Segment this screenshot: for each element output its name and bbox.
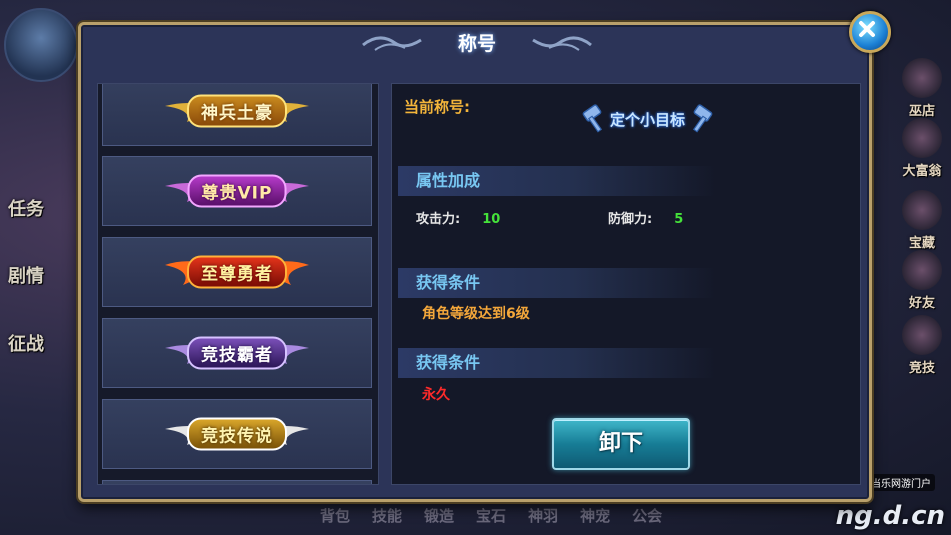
current-title-name: 定个小目标 — [610, 110, 686, 129]
title-badge: 神兵土豪 — [187, 94, 287, 128]
title-list-item[interactable] — [102, 480, 372, 484]
title-list-item[interactable]: 竞技传说 — [102, 399, 372, 469]
attack-stat: 攻击力: 10 — [416, 208, 500, 227]
title-ornament-right-icon — [532, 36, 592, 51]
bottom-menu-forge[interactable]: 锻造 — [424, 505, 454, 526]
title-badge: 竞技霸者 — [187, 336, 287, 370]
duration-text: 永久 — [422, 387, 450, 403]
bottom-menu-gems[interactable]: 宝石 — [476, 505, 506, 526]
defense-label: 防御力: — [608, 212, 653, 227]
title-badge: 竞技传说 — [187, 417, 287, 451]
side-menu-monopoly[interactable]: 大富翁 — [899, 118, 945, 179]
unequip-button[interactable]: 卸下 — [552, 418, 690, 470]
arena-icon — [902, 315, 942, 355]
title-list-item[interactable]: 神兵土豪 — [102, 84, 372, 146]
condition-header: 获得条件 — [398, 268, 716, 298]
watermark-tag: 当乐网游门户 — [867, 474, 935, 491]
monopoly-icon — [902, 118, 942, 158]
title-list-item[interactable]: 尊贵VIP — [102, 156, 372, 226]
title-badge: 至尊勇者 — [187, 255, 287, 289]
watermark-logo: ng.d.cn — [835, 501, 945, 531]
close-button[interactable] — [849, 11, 891, 53]
side-menu-arena[interactable]: 竞技 — [899, 315, 945, 376]
bottom-menu-guild[interactable]: 公会 — [632, 505, 662, 526]
attributes-header: 属性加成 — [398, 166, 716, 196]
bottom-menu: 背包 技能 锻造 宝石 神羽 神宠 公会 — [320, 505, 662, 526]
bottom-menu-skills[interactable]: 技能 — [372, 505, 402, 526]
close-x-icon — [859, 21, 875, 37]
side-menu-friends[interactable]: 好友 — [899, 250, 945, 311]
title-list-item[interactable]: 至尊勇者 — [102, 237, 372, 307]
bottom-menu-wings[interactable]: 神羽 — [528, 505, 558, 526]
dialog-title-bar: 称号 — [361, 24, 593, 62]
treasure-icon — [902, 190, 942, 230]
side-menu-treasure[interactable]: 宝藏 — [899, 190, 945, 251]
bottom-menu-bag[interactable]: 背包 — [320, 505, 350, 526]
hammer-icon — [582, 104, 603, 133]
hammer-icon — [692, 104, 713, 133]
title-badge: 尊贵VIP — [187, 174, 287, 208]
side-menu-shop[interactable]: 巫店 — [899, 58, 945, 119]
title-detail-panel: 当前称号: 定个小目标 属性加成 攻击力: 10 防御力: 5 获得条件 角色等级达… — [391, 83, 861, 485]
duration-header: 获得条件 — [398, 348, 716, 378]
side-menu-story[interactable]: 剧情 — [8, 262, 44, 288]
bottom-menu-pets[interactable]: 神宠 — [580, 505, 610, 526]
defense-stat: 防御力: 5 — [608, 208, 683, 227]
shop-icon — [902, 58, 942, 98]
side-menu-campaign[interactable]: 征战 — [8, 330, 44, 356]
attack-label: 攻击力: — [416, 212, 461, 227]
player-avatar[interactable] — [4, 8, 78, 82]
title-dialog: 称号 神兵土豪 尊贵VIP 至尊勇者 竞技霸者 竞技传说 当前称号: 定个小目标… — [78, 11, 891, 502]
defense-value: 5 — [674, 212, 684, 227]
title-list[interactable]: 神兵土豪 尊贵VIP 至尊勇者 竞技霸者 竞技传说 — [97, 83, 379, 485]
title-list-item[interactable]: 竞技霸者 — [102, 318, 372, 388]
side-menu-quest[interactable]: 任务 — [8, 195, 44, 221]
condition-text: 角色等级达到6级 — [422, 306, 530, 322]
current-title-label: 当前称号: — [404, 98, 470, 116]
attack-value: 10 — [482, 212, 501, 227]
friends-icon — [902, 250, 942, 290]
current-title-display: 定个小目标 — [582, 102, 713, 136]
